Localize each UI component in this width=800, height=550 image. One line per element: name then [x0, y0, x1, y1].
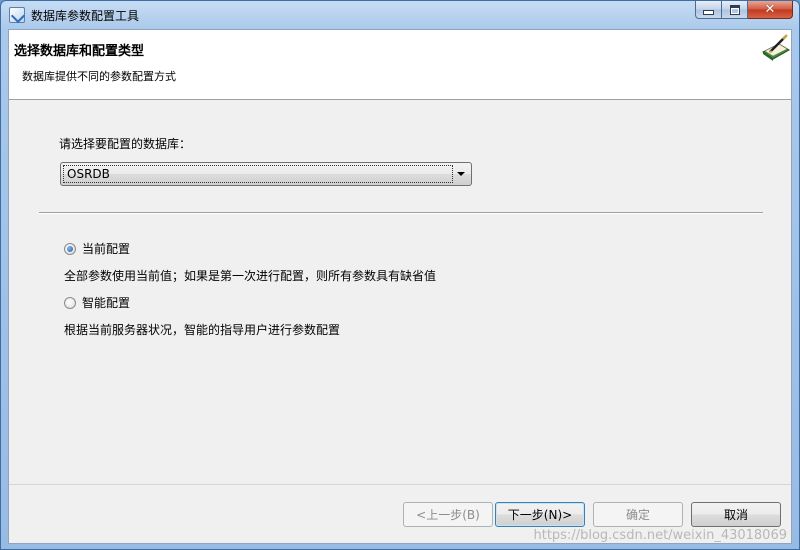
- title-bar[interactable]: 数据库参数配置工具 ✕: [1, 1, 799, 29]
- radio-label: 当前配置: [82, 242, 131, 256]
- window-controls: ✕: [695, 1, 793, 21]
- maximize-icon: [729, 4, 740, 15]
- window-title: 数据库参数配置工具: [31, 9, 140, 23]
- app-icon: [9, 7, 25, 23]
- radio-description: 根据当前服务器状况，智能的指导用户进行参数配置: [64, 323, 341, 337]
- back-button[interactable]: <上一步(B): [403, 502, 493, 527]
- ok-button[interactable]: 确定: [593, 502, 683, 527]
- next-button[interactable]: 下一步(N)>: [495, 502, 585, 527]
- cancel-button[interactable]: 取消: [691, 502, 781, 527]
- book-pen-icon: [762, 34, 790, 61]
- page-subtitle: 数据库提供不同的参数配置方式: [22, 70, 176, 83]
- watermark: https://blog.csdn.net/weixin_43018069: [533, 528, 787, 543]
- radio-description: 全部参数使用当前值；如果是第一次进行配置，则所有参数具有缺省值: [64, 269, 437, 283]
- minimize-button[interactable]: [695, 1, 722, 19]
- radio-smart-config[interactable]: 智能配置: [64, 294, 130, 311]
- close-icon: ✕: [764, 2, 776, 17]
- footer-divider: [9, 484, 791, 485]
- section-divider: [39, 212, 763, 214]
- radio-button-checked[interactable]: [64, 242, 76, 255]
- chevron-down-icon[interactable]: [457, 172, 465, 176]
- database-select[interactable]: OSRDB: [60, 162, 472, 186]
- dialog-window: 数据库参数配置工具 ✕ 选择数据库和配置类型 数据库提供不同的参数配置方式 请选…: [0, 0, 800, 550]
- dialog-client-area: 选择数据库和配置类型 数据库提供不同的参数配置方式 请选择要配置的数据库： OS…: [8, 29, 792, 544]
- wizard-header: 选择数据库和配置类型 数据库提供不同的参数配置方式: [9, 30, 791, 100]
- radio-button[interactable]: [64, 296, 76, 309]
- page-title: 选择数据库和配置类型: [14, 44, 145, 59]
- radio-label: 智能配置: [82, 296, 131, 310]
- maximize-button[interactable]: [722, 1, 748, 19]
- minimize-icon: [703, 10, 714, 15]
- database-select-value: OSRDB: [63, 165, 453, 183]
- database-select-label: 请选择要配置的数据库：: [59, 137, 192, 151]
- close-button[interactable]: ✕: [748, 1, 793, 19]
- radio-current-config[interactable]: 当前配置: [64, 240, 130, 257]
